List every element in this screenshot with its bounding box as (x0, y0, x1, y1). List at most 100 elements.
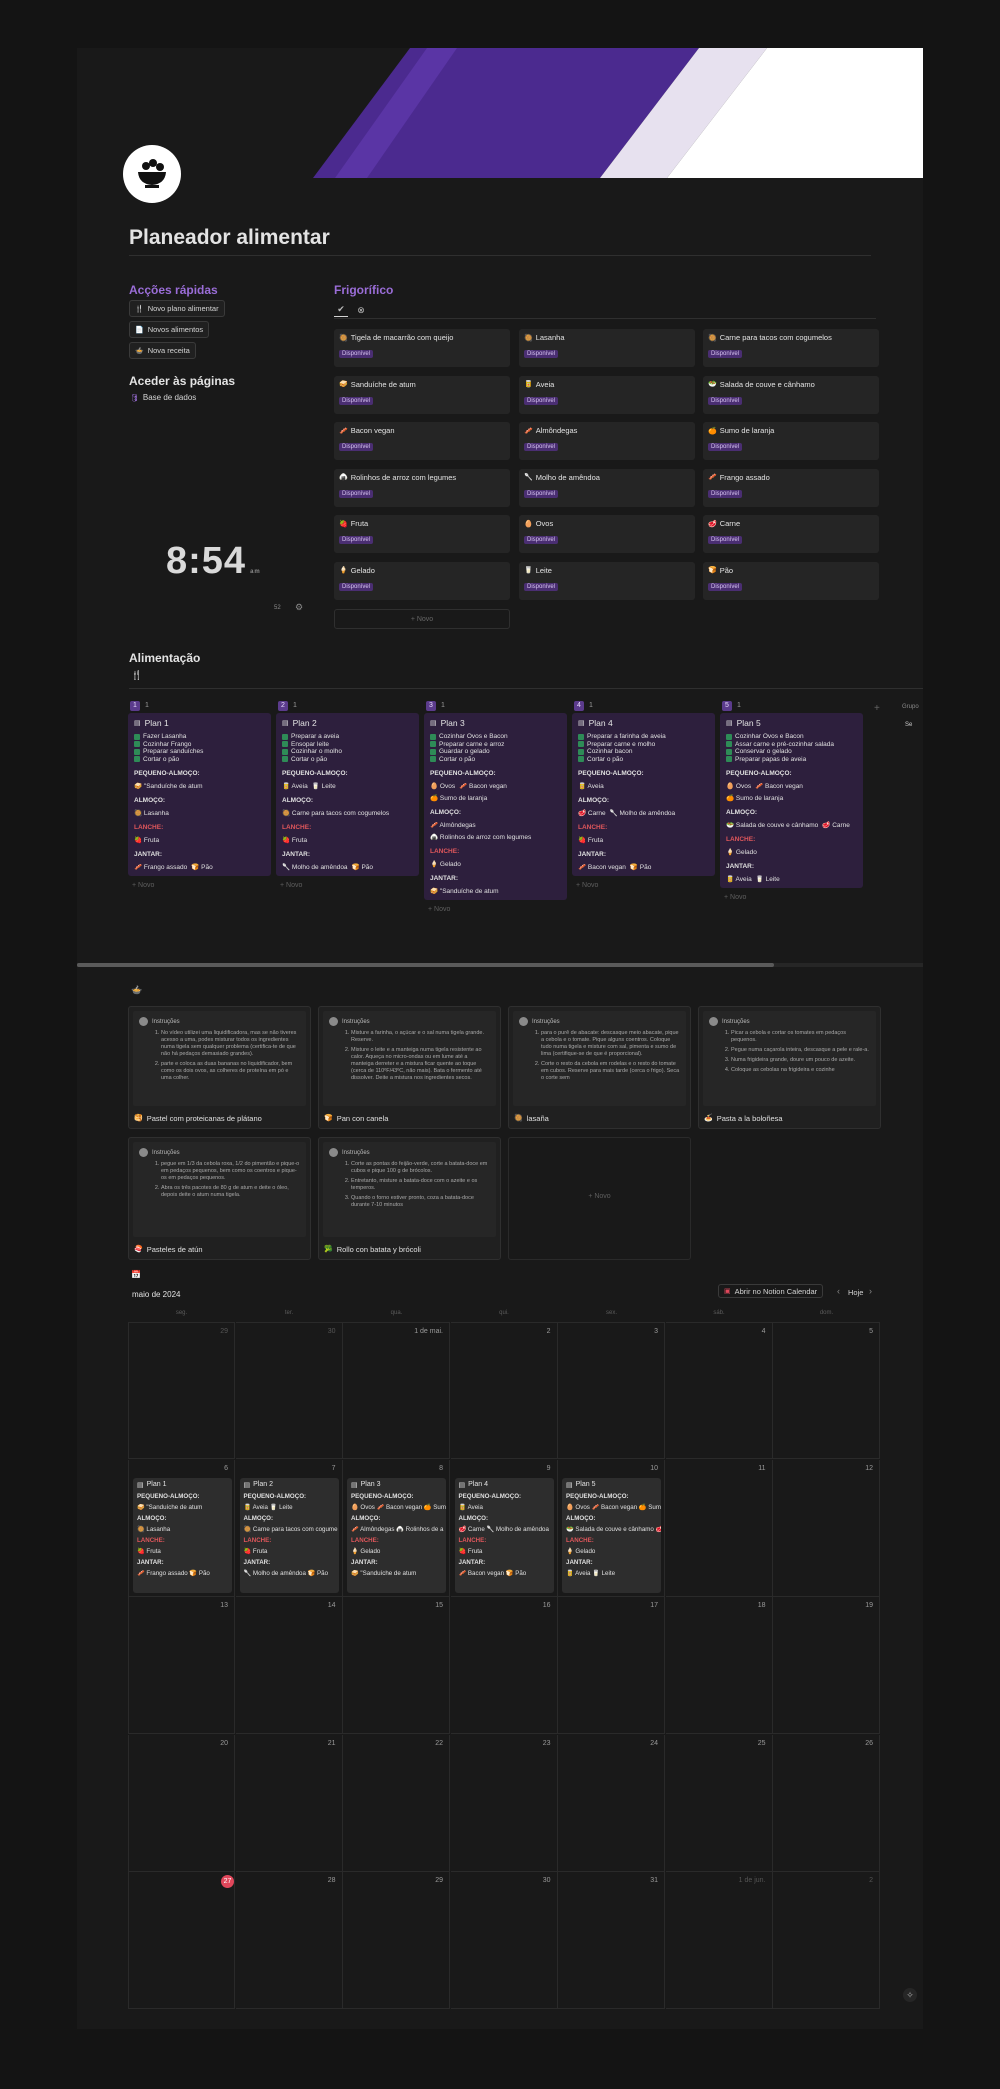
food-link[interactable]: 🥓 Bacon vegan (755, 782, 803, 790)
calendar-day[interactable]: 31 (558, 1872, 665, 2010)
checkbox-checked-icon[interactable] (134, 733, 140, 740)
todo-item[interactable]: Preparar carne e arroz (430, 741, 561, 749)
recipe-card[interactable]: Instruções Corte as pontas do feijão-verd… (318, 1137, 501, 1260)
check-circle-icon[interactable]: ✔ (334, 303, 348, 317)
calendar-event[interactable]: ▤ Plan 1 PEQUENO-ALMOÇO: 🥪 "Sanduíche de at… (133, 1477, 232, 1593)
recipe-card[interactable]: Instruções para o purê de abacate: descas… (508, 1006, 691, 1129)
fridge-item-card[interactable]: 🥘 Lasanha Disponível (519, 329, 695, 367)
calendar-day[interactable]: 29 (343, 1872, 450, 2010)
food-link[interactable]: 🥫 Aveia (726, 875, 752, 883)
chevron-right-icon[interactable]: › (869, 1286, 872, 1296)
checkbox-checked-icon[interactable] (282, 748, 288, 755)
calendar-day[interactable]: 26 (773, 1734, 880, 1872)
calendar-day[interactable]: 25 (665, 1734, 773, 1872)
food-link[interactable]: 🍙 Rolinhos de arroz com legumes (430, 833, 531, 841)
todo-item[interactable]: Assar carne e pré-cozinhar salada (726, 741, 857, 749)
checkbox-checked-icon[interactable] (726, 756, 732, 763)
calendar-day[interactable]: 2 (773, 1872, 880, 2010)
calendar-day[interactable]: 4 (665, 1322, 773, 1459)
fridge-item-card[interactable]: 🥛 Leite Disponível (519, 561, 695, 600)
new-recipe-button[interactable]: 🍲 Nova receita (129, 342, 196, 359)
todo-item[interactable]: Cozinhar Frango (134, 741, 265, 749)
food-link[interactable]: 🥚 Ovos (430, 782, 455, 790)
recipe-card[interactable]: Instruções No vídeo utilizei uma liquidif… (128, 1006, 311, 1129)
chevron-left-icon[interactable]: ‹ (837, 1286, 840, 1296)
fridge-item-card[interactable]: 🥄 Molho de amêndoa Disponível (519, 468, 695, 507)
todo-item[interactable]: Cozinhar bacon (578, 748, 709, 756)
food-link[interactable]: 🥓 Frango assado (134, 863, 187, 871)
todo-item[interactable]: Preparar carne e molho (578, 741, 709, 749)
column-new-button[interactable]: + Novo (128, 876, 271, 895)
today-button[interactable]: Hoje (848, 1288, 863, 1297)
food-link[interactable]: 🥩 Carne (822, 821, 850, 829)
calendar-day[interactable]: 5 (773, 1322, 880, 1459)
food-link[interactable]: 🍊 Sumo de laranja (430, 794, 487, 802)
food-link[interactable]: 🍦 Gelado (726, 848, 757, 856)
fridge-item-card[interactable]: 🍙 Rolinhos de arroz com legumes Disponível (334, 468, 510, 507)
calendar-day[interactable]: 29 (128, 1322, 235, 1459)
calendar-day[interactable]: 23 (450, 1734, 558, 1872)
recipe-card[interactable]: Instruções Misture a farinha, o açúcar e … (318, 1006, 501, 1129)
calendar-day[interactable]: 22 (343, 1734, 450, 1872)
food-link[interactable]: 🥓 Bacon vegan (578, 863, 626, 871)
meal-plan-card[interactable]: ▤ Plan 4 Preparar a farinha de aveia Prepar… (572, 713, 715, 876)
fridge-item-card[interactable]: 🥫 Aveia Disponível (519, 375, 695, 414)
column-new-button[interactable]: + Novo (424, 900, 567, 919)
calendar-day[interactable]: 2 (450, 1322, 558, 1459)
calendar-event[interactable]: ▤ Plan 3 PEQUENO-ALMOÇO: 🥚 Ovos 🥓 Bacon veg… (347, 1477, 446, 1593)
new-food-button[interactable]: 📄 Novos alimentos (129, 321, 210, 338)
todo-item[interactable]: Cozinhar Ovos e Bacon (430, 733, 561, 741)
fridge-item-card[interactable]: 🍞 Pão Disponível (703, 561, 879, 600)
food-link[interactable]: 🥗 Salada de couve e cânhamo (726, 821, 818, 829)
todo-item[interactable]: Cortar o pão (578, 756, 709, 764)
fridge-item-card[interactable]: 🥚 Ovos Disponível (519, 515, 695, 553)
calendar-day[interactable]: 21 (235, 1734, 343, 1872)
todo-item[interactable]: Preparar papas de aveia (726, 756, 857, 764)
todo-item[interactable]: Ensopar leite (282, 741, 413, 749)
cover-image[interactable] (77, 48, 923, 178)
checkbox-checked-icon[interactable] (282, 741, 288, 748)
food-link[interactable]: 🍞 Pão (191, 863, 212, 871)
fridge-item-card[interactable]: 🍦 Gelado Disponível (334, 561, 510, 600)
cancel-circle-icon[interactable]: ⊗ (354, 303, 368, 317)
calendar-day[interactable]: 17 (558, 1597, 665, 1735)
food-link[interactable]: 🥓 Bacon vegan (459, 782, 507, 790)
checkbox-checked-icon[interactable] (430, 748, 436, 755)
fridge-item-card[interactable]: 🥗 Salada de couve e cânhamo Disponível (703, 375, 879, 414)
checkbox-checked-icon[interactable] (134, 756, 140, 763)
meal-plan-card[interactable]: ▤ Plan 2 Preparar a aveia Ensopar leite Cozi… (276, 713, 419, 876)
food-link[interactable]: 🥄 Molho de amêndoa (282, 863, 348, 871)
column-new-button[interactable]: + Novo (720, 888, 863, 907)
checkbox-checked-icon[interactable] (430, 756, 436, 763)
fridge-item-card[interactable]: 🥘 Carne para tacos com cogumelos Disponíve… (703, 329, 879, 367)
calendar-day[interactable]: 7 ▤ Plan 2 PEQUENO-ALMOÇO: 🥫 Aveia 🥛 Leite AL… (235, 1459, 343, 1597)
todo-item[interactable]: Cortar o pão (430, 756, 561, 764)
calendar-event[interactable]: ▤ Plan 4 PEQUENO-ALMOÇO: 🥫 Aveia ALMOÇO: 🥩 Ca… (454, 1477, 554, 1593)
gear-icon[interactable]: ⚙ (295, 602, 303, 613)
todo-item[interactable]: Cozinhar o molho (282, 748, 413, 756)
checkbox-checked-icon[interactable] (134, 741, 140, 748)
new-meal-plan-button[interactable]: 🍴 Novo plano alimentar (129, 300, 225, 317)
todo-item[interactable]: Fazer Lasanha (134, 733, 265, 741)
horizontal-scrollbar-thumb[interactable] (77, 963, 774, 967)
calendar-day[interactable]: 12 (773, 1459, 880, 1597)
fridge-new-button[interactable]: + Novo (334, 609, 510, 629)
checkbox-checked-icon[interactable] (578, 733, 584, 740)
checkbox-checked-icon[interactable] (578, 748, 584, 755)
calendar-day[interactable]: 11 (665, 1459, 773, 1597)
checkbox-checked-icon[interactable] (726, 733, 732, 740)
checkbox-checked-icon[interactable] (282, 733, 288, 740)
add-group-icon[interactable]: + (874, 703, 880, 714)
food-link[interactable]: 🍓 Fruta (282, 836, 307, 844)
fridge-item-card[interactable]: 🥓 Bacon vegan Disponível (334, 422, 510, 460)
food-link[interactable]: 🍦 Gelado (430, 860, 461, 868)
checkbox-checked-icon[interactable] (282, 756, 288, 763)
calendar-day[interactable]: 18 (665, 1597, 773, 1735)
calendar-day[interactable]: 19 (773, 1597, 880, 1735)
food-link[interactable]: 🥛 Leite (756, 875, 780, 883)
column-new-button[interactable]: + Novo (572, 876, 715, 895)
todo-item[interactable]: Conservar o gelado (726, 748, 857, 756)
checkbox-checked-icon[interactable] (578, 756, 584, 763)
help-icon[interactable]: ✧ (903, 1988, 917, 2002)
calendar-day[interactable]: 13 (128, 1597, 235, 1735)
